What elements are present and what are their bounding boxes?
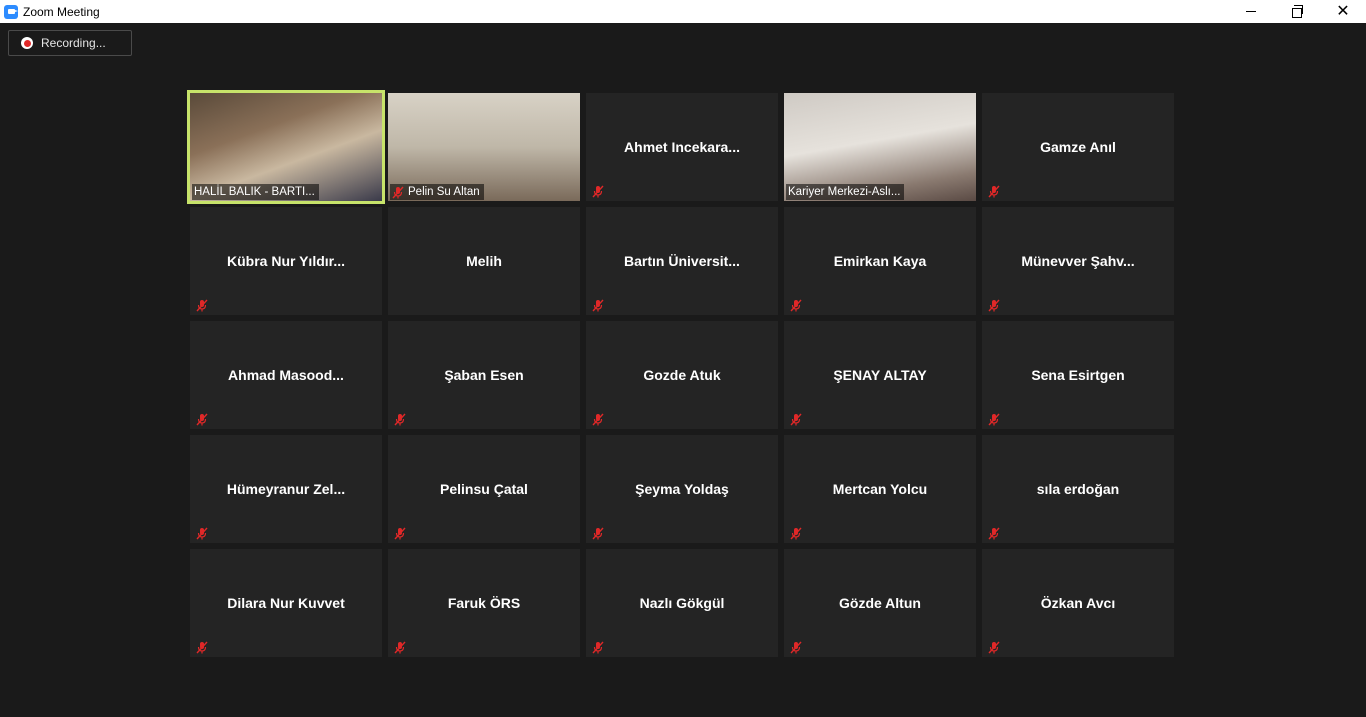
- muted-mic-icon: [988, 527, 1000, 540]
- participant-name: Sena Esirtgen: [1031, 367, 1125, 383]
- participant-tile[interactable]: Dilara Nur Kuvvet: [190, 549, 382, 657]
- participant-tile[interactable]: Özkan Avcı: [982, 549, 1174, 657]
- muted-mic-icon: [394, 641, 406, 654]
- participant-tile[interactable]: Pelinsu Çatal: [388, 435, 580, 543]
- participant-tile[interactable]: Ahmad Masood...: [190, 321, 382, 429]
- zoom-camera-icon: [4, 4, 18, 19]
- participant-tile[interactable]: Nazlı Gökgül: [586, 549, 778, 657]
- muted-mic-icon: [196, 641, 208, 654]
- restore-icon: [1292, 4, 1303, 18]
- close-button[interactable]: ✕: [1320, 0, 1366, 23]
- participant-name: Emirkan Kaya: [833, 253, 927, 269]
- participant-name: Gözde Altun: [839, 595, 921, 611]
- participant-name: Ahmad Masood...: [228, 367, 344, 383]
- participant-tile[interactable]: Kariyer Merkezi-Aslı...: [784, 93, 976, 201]
- muted-mic-icon: [790, 413, 802, 426]
- participant-tile[interactable]: Melih: [388, 207, 580, 315]
- participant-name: Kübra Nur Yıldır...: [227, 253, 345, 269]
- title-bar: Zoom Meeting ✕: [0, 0, 1366, 23]
- participant-tile[interactable]: Kübra Nur Yıldır...: [190, 207, 382, 315]
- participant-name: Pelinsu Çatal: [440, 481, 528, 497]
- participant-tile[interactable]: HALİL BALIK - BARTI...: [187, 90, 385, 204]
- participant-name: Nazlı Gökgül: [639, 595, 725, 611]
- muted-mic-icon: [196, 299, 208, 312]
- participant-tile[interactable]: Gamze Anıl: [982, 93, 1174, 201]
- close-icon: ✕: [1336, 2, 1350, 20]
- muted-mic-icon: [196, 413, 208, 426]
- muted-mic-icon: [196, 527, 208, 540]
- participant-tile[interactable]: Şaban Esen: [388, 321, 580, 429]
- participant-tile[interactable]: Gozde Atuk: [586, 321, 778, 429]
- participant-name: Bartın Üniversit...: [624, 253, 740, 269]
- participant-name: HALİL BALIK - BARTI...: [194, 186, 315, 198]
- participant-tile[interactable]: Gözde Altun: [784, 549, 976, 657]
- participant-name: Gozde Atuk: [643, 367, 721, 383]
- participant-tile[interactable]: Mertcan Yolcu: [784, 435, 976, 543]
- window-controls: ✕: [1228, 0, 1366, 23]
- muted-mic-icon: [394, 413, 406, 426]
- participant-name-label: HALİL BALIK - BARTI...: [192, 184, 319, 200]
- participant-name: ŞENAY ALTAY: [833, 367, 927, 383]
- participant-tile[interactable]: Pelin Su Altan: [388, 93, 580, 201]
- participant-name: Şeyma Yoldaş: [635, 481, 729, 497]
- participant-tile[interactable]: Emirkan Kaya: [784, 207, 976, 315]
- participant-name: Melih: [466, 253, 502, 269]
- participant-tile[interactable]: Sena Esirtgen: [982, 321, 1174, 429]
- participant-name: Şaban Esen: [444, 367, 524, 383]
- muted-mic-icon: [394, 527, 406, 540]
- participant-tile[interactable]: Faruk ÖRS: [388, 549, 580, 657]
- muted-mic-icon: [988, 185, 1000, 198]
- participant-name: Kariyer Merkezi-Aslı...: [788, 186, 901, 198]
- muted-mic-icon: [592, 641, 604, 654]
- muted-mic-icon: [790, 299, 802, 312]
- participant-tile[interactable]: Şeyma Yoldaş: [586, 435, 778, 543]
- muted-mic-icon: [592, 185, 604, 198]
- participant-name: Mertcan Yolcu: [832, 481, 928, 497]
- recording-indicator[interactable]: Recording...: [8, 30, 132, 56]
- participant-name: Münevver Şahv...: [1021, 253, 1135, 269]
- recording-label: Recording...: [41, 36, 106, 50]
- window-title: Zoom Meeting: [23, 4, 100, 19]
- restore-button[interactable]: [1274, 0, 1320, 23]
- participant-tile[interactable]: Hümeyranur Zel...: [190, 435, 382, 543]
- muted-mic-icon: [592, 527, 604, 540]
- participant-name: Hümeyranur Zel...: [226, 481, 346, 497]
- muted-mic-icon: [988, 299, 1000, 312]
- participant-tile[interactable]: Münevver Şahv...: [982, 207, 1174, 315]
- muted-mic-icon: [790, 527, 802, 540]
- participant-name-label: Pelin Su Altan: [390, 184, 484, 200]
- participant-name: Pelin Su Altan: [408, 186, 480, 198]
- participant-name: sıla erdoğan: [1036, 481, 1120, 497]
- muted-mic-icon: [790, 641, 802, 654]
- muted-mic-icon: [392, 186, 404, 199]
- muted-mic-icon: [592, 299, 604, 312]
- muted-mic-icon: [988, 413, 1000, 426]
- record-icon: [21, 37, 33, 49]
- participant-name: Dilara Nur Kuvvet: [227, 595, 345, 611]
- participant-tile[interactable]: Bartın Üniversit...: [586, 207, 778, 315]
- participant-tile[interactable]: sıla erdoğan: [982, 435, 1174, 543]
- participant-name-label: Kariyer Merkezi-Aslı...: [786, 184, 905, 200]
- muted-mic-icon: [988, 641, 1000, 654]
- participant-name: Gamze Anıl: [1040, 139, 1116, 155]
- participant-name: Faruk ÖRS: [447, 595, 521, 611]
- gallery-grid: HALİL BALIK - BARTI... Pelin Su Altan Ahme…: [187, 90, 1174, 657]
- participant-tile[interactable]: Ahmet Incekara...: [586, 93, 778, 201]
- minimize-icon: [1246, 11, 1256, 12]
- participant-name: Ahmet Incekara...: [624, 139, 740, 155]
- participant-tile[interactable]: ŞENAY ALTAY: [784, 321, 976, 429]
- muted-mic-icon: [592, 413, 604, 426]
- participant-name: Özkan Avcı: [1040, 595, 1116, 611]
- minimize-button[interactable]: [1228, 0, 1274, 23]
